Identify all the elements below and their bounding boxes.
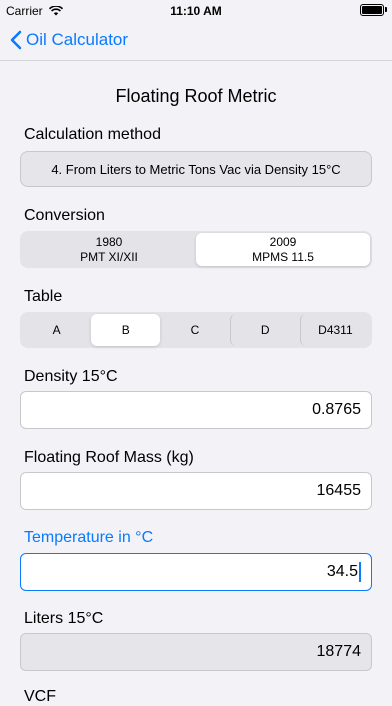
navigation-bar: Oil Calculator xyxy=(0,22,392,61)
page-title: Floating Roof Metric xyxy=(115,86,277,106)
conversion-label: Conversion xyxy=(24,207,105,224)
table-option-d4311[interactable]: D4311 xyxy=(299,314,370,346)
liters-label: Liters 15°C xyxy=(24,610,104,627)
liters-output: 18774 xyxy=(20,633,372,671)
conversion-option-standard: MPMS 11.5 xyxy=(252,249,314,264)
roof-mass-label: Floating Roof Mass (kg) xyxy=(24,449,194,466)
density-input[interactable]: 0.8765 xyxy=(20,391,372,429)
battery-icon xyxy=(360,4,387,16)
conversion-option-year: 1980 xyxy=(95,234,123,249)
vcf-label: VCF xyxy=(24,688,56,705)
table-option-c[interactable]: C xyxy=(160,314,229,346)
status-bar: Carrier 11:10 AM xyxy=(0,0,392,22)
text-cursor xyxy=(359,562,361,582)
back-button[interactable]: Oil Calculator xyxy=(10,30,128,50)
roof-mass-value: 16455 xyxy=(316,482,362,499)
table-option-a[interactable]: A xyxy=(22,314,91,346)
temperature-input[interactable]: 34.5 xyxy=(20,553,372,591)
table-label: Table xyxy=(24,288,63,305)
conversion-option-standard: PMT XI/XII xyxy=(80,249,138,264)
conversion-segmented-control: 1980 PMT XI/XII 2009 MPMS 11.5 xyxy=(20,231,372,268)
calculation-method-label: Calculation method xyxy=(24,126,161,143)
clock: 11:10 AM xyxy=(170,4,222,18)
chevron-left-icon xyxy=(10,30,22,50)
table-option-b[interactable]: B xyxy=(91,314,161,346)
calculation-method-selector[interactable]: 4. From Liters to Metric Tons Vac via De… xyxy=(20,151,372,187)
conversion-option-year: 2009 xyxy=(269,234,297,249)
calculation-method-value: 4. From Liters to Metric Tons Vac via De… xyxy=(51,161,341,177)
temperature-label: Temperature in °C xyxy=(24,529,154,546)
temperature-value: 34.5 xyxy=(326,563,358,580)
roof-mass-input[interactable]: 16455 xyxy=(20,472,372,510)
liters-value: 18774 xyxy=(316,643,362,660)
density-label: Density 15°C xyxy=(24,368,118,385)
back-button-label: Oil Calculator xyxy=(26,30,129,49)
density-value: 0.8765 xyxy=(312,401,361,418)
table-option-d[interactable]: D xyxy=(229,314,300,346)
conversion-option-2009[interactable]: 2009 MPMS 11.5 xyxy=(196,233,370,266)
conversion-option-1980[interactable]: 1980 PMT XI/XII xyxy=(22,233,196,266)
table-segmented-control: A B C D D4311 xyxy=(20,312,372,348)
